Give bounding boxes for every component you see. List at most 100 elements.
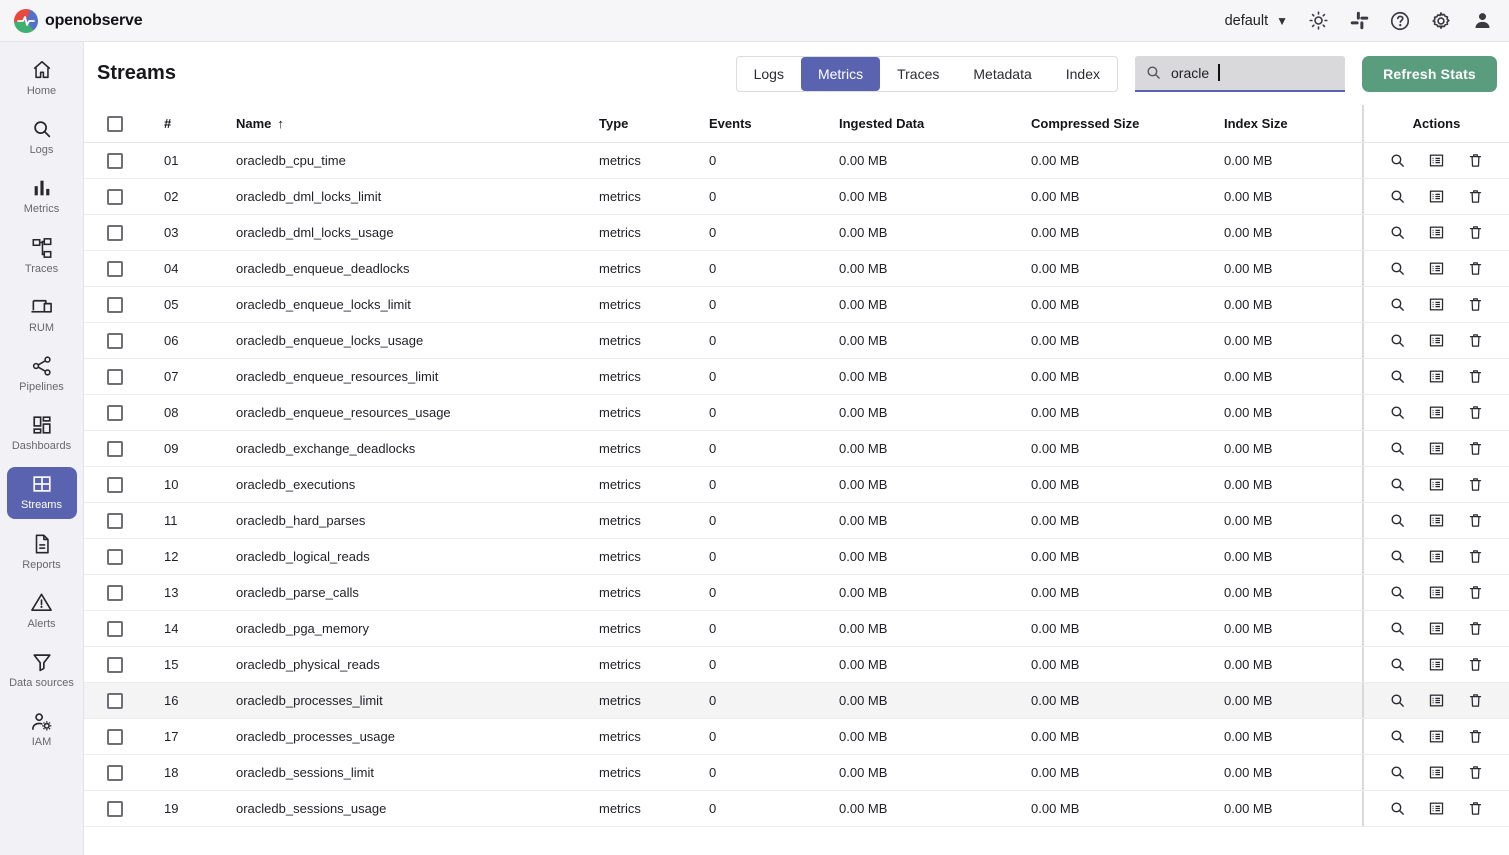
- list-details-icon[interactable]: [1428, 656, 1446, 674]
- trash-icon[interactable]: [1467, 692, 1485, 710]
- list-details-icon[interactable]: [1428, 188, 1446, 206]
- row-checkbox[interactable]: [107, 513, 123, 529]
- explore-search-icon[interactable]: [1389, 728, 1407, 746]
- trash-icon[interactable]: [1467, 800, 1485, 818]
- table-row[interactable]: 03 oracledb_dml_locks_usage metrics 0 0.…: [84, 215, 1509, 251]
- trash-icon[interactable]: [1467, 476, 1485, 494]
- sidebar-item-dashboards[interactable]: Dashboards: [7, 408, 77, 459]
- explore-search-icon[interactable]: [1389, 512, 1407, 530]
- table-row[interactable]: 09 oracledb_exchange_deadlocks metrics 0…: [84, 431, 1509, 467]
- tab-metrics[interactable]: Metrics: [801, 57, 880, 91]
- list-details-icon[interactable]: [1428, 692, 1446, 710]
- list-details-icon[interactable]: [1428, 332, 1446, 350]
- explore-search-icon[interactable]: [1389, 224, 1407, 242]
- row-checkbox[interactable]: [107, 297, 123, 313]
- refresh-stats-button[interactable]: Refresh Stats: [1362, 56, 1497, 92]
- row-checkbox[interactable]: [107, 441, 123, 457]
- trash-icon[interactable]: [1467, 368, 1485, 386]
- trash-icon[interactable]: [1467, 260, 1485, 278]
- table-row[interactable]: 15 oracledb_physical_reads metrics 0 0.0…: [84, 647, 1509, 683]
- settings-icon[interactable]: [1430, 10, 1452, 32]
- row-checkbox[interactable]: [107, 765, 123, 781]
- table-row[interactable]: 08 oracledb_enqueue_resources_usage metr…: [84, 395, 1509, 431]
- table-row[interactable]: 01 oracledb_cpu_time metrics 0 0.00 MB 0…: [84, 143, 1509, 179]
- explore-search-icon[interactable]: [1389, 260, 1407, 278]
- explore-search-icon[interactable]: [1389, 764, 1407, 782]
- table-row[interactable]: 18 oracledb_sessions_limit metrics 0 0.0…: [84, 755, 1509, 791]
- table-row[interactable]: 02 oracledb_dml_locks_limit metrics 0 0.…: [84, 179, 1509, 215]
- row-checkbox[interactable]: [107, 261, 123, 277]
- table-row[interactable]: 04 oracledb_enqueue_deadlocks metrics 0 …: [84, 251, 1509, 287]
- row-checkbox[interactable]: [107, 225, 123, 241]
- trash-icon[interactable]: [1467, 512, 1485, 530]
- list-details-icon[interactable]: [1428, 476, 1446, 494]
- row-checkbox[interactable]: [107, 693, 123, 709]
- table-row[interactable]: 19 oracledb_sessions_usage metrics 0 0.0…: [84, 791, 1509, 827]
- row-checkbox[interactable]: [107, 549, 123, 565]
- trash-icon[interactable]: [1467, 188, 1485, 206]
- sidebar-item-pipelines[interactable]: Pipelines: [7, 349, 77, 400]
- explore-search-icon[interactable]: [1389, 296, 1407, 314]
- explore-search-icon[interactable]: [1389, 656, 1407, 674]
- explore-search-icon[interactable]: [1389, 152, 1407, 170]
- explore-search-icon[interactable]: [1389, 368, 1407, 386]
- row-checkbox[interactable]: [107, 621, 123, 637]
- sidebar-item-data-sources[interactable]: Data sources: [7, 645, 77, 696]
- trash-icon[interactable]: [1467, 764, 1485, 782]
- list-details-icon[interactable]: [1428, 404, 1446, 422]
- trash-icon[interactable]: [1467, 404, 1485, 422]
- apps-icon[interactable]: [1348, 10, 1370, 32]
- trash-icon[interactable]: [1467, 548, 1485, 566]
- help-icon[interactable]: [1389, 10, 1411, 32]
- column-header-name[interactable]: Name↑: [236, 116, 599, 131]
- sidebar-item-metrics[interactable]: Metrics: [7, 171, 77, 222]
- explore-search-icon[interactable]: [1389, 440, 1407, 458]
- row-checkbox[interactable]: [107, 153, 123, 169]
- list-details-icon[interactable]: [1428, 584, 1446, 602]
- list-details-icon[interactable]: [1428, 512, 1446, 530]
- tab-index[interactable]: Index: [1049, 57, 1117, 91]
- sidebar-item-traces[interactable]: Traces: [7, 231, 77, 282]
- openobserve-logo[interactable]: openobserve: [14, 9, 142, 33]
- table-row[interactable]: 06 oracledb_enqueue_locks_usage metrics …: [84, 323, 1509, 359]
- explore-search-icon[interactable]: [1389, 476, 1407, 494]
- org-selector[interactable]: default ▼: [1225, 13, 1288, 29]
- table-row[interactable]: 10 oracledb_executions metrics 0 0.00 MB…: [84, 467, 1509, 503]
- theme-light-icon[interactable]: [1307, 10, 1329, 32]
- trash-icon[interactable]: [1467, 296, 1485, 314]
- table-row[interactable]: 12 oracledb_logical_reads metrics 0 0.00…: [84, 539, 1509, 575]
- table-row[interactable]: 17 oracledb_processes_usage metrics 0 0.…: [84, 719, 1509, 755]
- sidebar-item-home[interactable]: Home: [7, 53, 77, 104]
- user-icon[interactable]: [1471, 10, 1493, 32]
- explore-search-icon[interactable]: [1389, 404, 1407, 422]
- table-row[interactable]: 14 oracledb_pga_memory metrics 0 0.00 MB…: [84, 611, 1509, 647]
- trash-icon[interactable]: [1467, 584, 1485, 602]
- trash-icon[interactable]: [1467, 728, 1485, 746]
- sidebar-item-reports[interactable]: Reports: [7, 527, 77, 578]
- explore-search-icon[interactable]: [1389, 584, 1407, 602]
- table-row[interactable]: 11 oracledb_hard_parses metrics 0 0.00 M…: [84, 503, 1509, 539]
- tab-metadata[interactable]: Metadata: [956, 57, 1048, 91]
- list-details-icon[interactable]: [1428, 728, 1446, 746]
- list-details-icon[interactable]: [1428, 368, 1446, 386]
- table-row[interactable]: 05 oracledb_enqueue_locks_limit metrics …: [84, 287, 1509, 323]
- row-checkbox[interactable]: [107, 657, 123, 673]
- trash-icon[interactable]: [1467, 656, 1485, 674]
- row-checkbox[interactable]: [107, 585, 123, 601]
- trash-icon[interactable]: [1467, 224, 1485, 242]
- list-details-icon[interactable]: [1428, 764, 1446, 782]
- list-details-icon[interactable]: [1428, 260, 1446, 278]
- trash-icon[interactable]: [1467, 152, 1485, 170]
- row-checkbox[interactable]: [107, 189, 123, 205]
- row-checkbox[interactable]: [107, 369, 123, 385]
- sidebar-item-rum[interactable]: RUM: [7, 290, 77, 341]
- sidebar-item-iam[interactable]: IAM: [7, 704, 77, 755]
- sidebar-item-streams[interactable]: Streams: [7, 467, 77, 518]
- list-details-icon[interactable]: [1428, 620, 1446, 638]
- search-input[interactable]: oracle: [1135, 56, 1345, 92]
- explore-search-icon[interactable]: [1389, 548, 1407, 566]
- list-details-icon[interactable]: [1428, 800, 1446, 818]
- explore-search-icon[interactable]: [1389, 800, 1407, 818]
- sidebar-item-alerts[interactable]: Alerts: [7, 586, 77, 637]
- list-details-icon[interactable]: [1428, 440, 1446, 458]
